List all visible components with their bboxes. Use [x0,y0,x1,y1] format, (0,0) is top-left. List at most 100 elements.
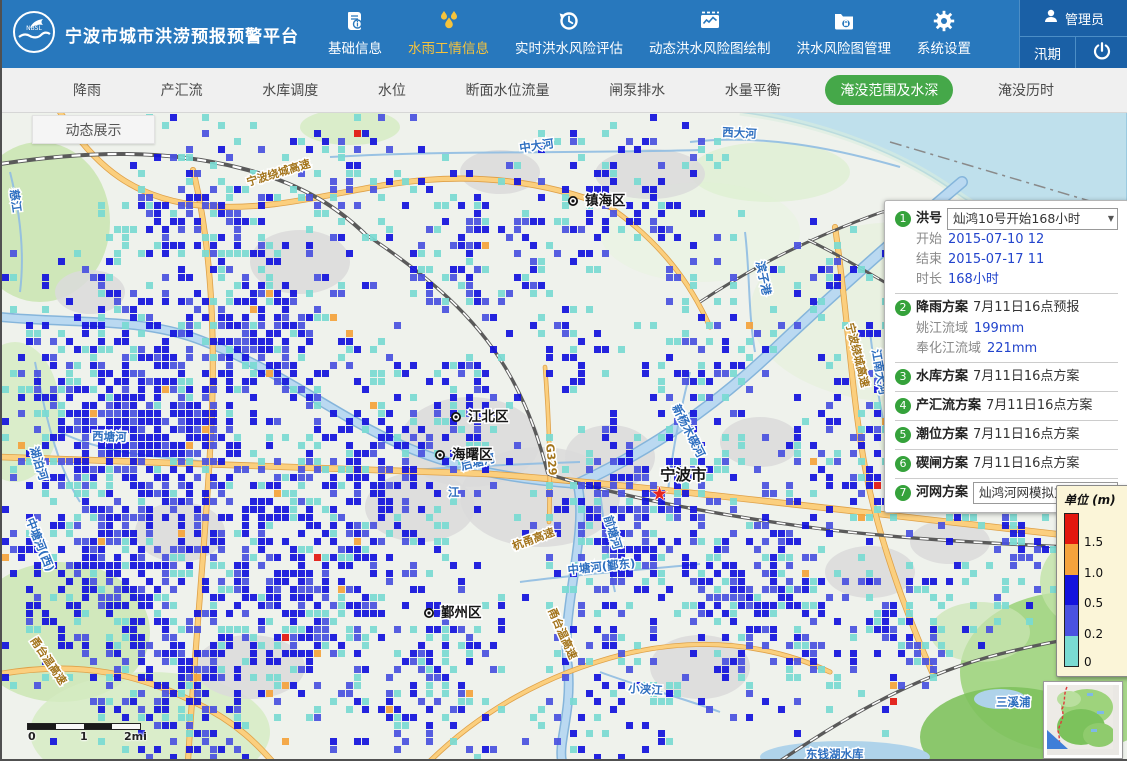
season-toggle[interactable]: 汛期 [1020,37,1076,68]
row-value: 199mm [974,319,1024,339]
section-title: 洪号 [916,208,942,230]
platform-logo: NBSL [12,10,56,58]
depth-legend: 单位 (m) 1.51.00.50.20 [1056,485,1127,677]
section-value: 7月11日16点方案 [973,424,1079,446]
row-value: 2015-07-17 11 [948,250,1044,270]
user-menu[interactable]: 管理员 [1020,0,1127,37]
nav-item-realtime-clock[interactable]: 实时洪水风险评估 [502,7,636,68]
scale-bar: 012mi [28,724,140,744]
step-number-badge: 5 [895,427,911,443]
scale-tick: 1 [80,730,88,743]
city-label: 鄞州区 [441,604,482,621]
tab-7[interactable]: 水量平衡 [710,75,796,105]
legend-segment [1065,544,1078,574]
tab-4[interactable]: 水位 [363,75,421,105]
detail-row: 结束2015-07-17 11 [895,250,1118,270]
row-label: 姚江流域 [916,319,968,339]
river-label: 小浃江 [627,681,664,697]
chevron-down-icon: ▼ [1108,208,1114,230]
city-label: 江北区 [468,408,509,425]
section-title: 水库方案 [916,366,968,388]
window-edge [0,0,2,761]
tab-1[interactable]: 降雨 [58,75,116,105]
legend-tick: 1.5 [1084,535,1103,549]
logout-button[interactable] [1076,37,1127,68]
legend-color-bar [1064,513,1079,667]
nav-item-water-drops[interactable]: 水雨工情信息 [395,7,502,68]
legend-tick: 0 [1084,655,1092,669]
user-icon [1043,8,1059,28]
sub-tab-bar: 降雨产汇流水库调度水位断面水位流量闸泵排水水量平衡淹没范围及水深淹没历时 [0,68,1127,113]
nav-item-label: 系统设置 [917,37,971,57]
legend-segment [1065,605,1078,635]
tab-6[interactable]: 闸泵排水 [594,75,680,105]
row-label: 奉化江流域 [916,339,981,359]
tab-9[interactable]: 淹没历时 [983,75,1069,105]
nav-item-label: 动态洪水风险图绘制 [649,37,771,57]
panel-section-2: 2降雨方案7月11日16点预报姚江流域199mm奉化江流域221mm [895,297,1118,359]
step-number-badge: 3 [895,369,911,385]
legend-tick: 0.2 [1084,627,1103,641]
flood-info-panel: 1洪号灿鸿10号开始168小时▼开始2015-07-10 12结束2015-07… [884,200,1127,513]
tab-3[interactable]: 水库调度 [247,75,333,105]
step-number-badge: 2 [895,300,911,316]
row-value: 2015-07-10 12 [948,230,1044,250]
panel-section-1: 1洪号灿鸿10号开始168小时▼开始2015-07-10 12结束2015-07… [895,208,1118,290]
row-label: 时长 [916,270,942,290]
nav-item-label: 洪水风险图管理 [797,37,892,57]
tab-2[interactable]: 产汇流 [146,75,218,105]
river-label: 西大河 [722,125,758,141]
legend-ticks: 1.51.00.50.20 [1084,513,1116,665]
section-value: 7月11日16点预报 [973,297,1079,319]
section-title: 潮位方案 [916,424,968,446]
separator [895,293,1118,294]
legend-title: 单位 (m) [1064,491,1127,508]
select-value: 灿鸿10号开始168小时 [953,208,1080,230]
city-label: 海曙区 [452,446,493,463]
panel-section-3: 3水库方案7月11日16点方案 [895,366,1118,388]
nav-item-label: 水雨工情信息 [408,37,489,57]
legend-tick: 0.5 [1084,596,1103,610]
section-value: 7月11日16点方案 [973,453,1079,475]
tab-8[interactable]: 淹没范围及水深 [825,75,953,105]
step-number-badge: 7 [895,485,911,501]
tab-5[interactable]: 断面水位流量 [451,75,565,105]
row-label: 开始 [916,230,942,250]
svg-text:NBSL: NBSL [26,25,42,32]
nav-item-folder-lock[interactable]: 洪水风险图管理 [784,7,905,68]
section-value: 7月11日16点方案 [986,395,1092,417]
nav-item-dynamic-chart[interactable]: 动态洪水风险图绘制 [636,7,784,68]
nav-item-info-doc[interactable]: i基础信息 [315,7,395,68]
page-title: 宁波市城市洪涝预报预警平台 [65,22,299,47]
detail-row: 开始 2015-07-10 12 [895,230,1118,250]
step-number-badge: 6 [895,456,911,472]
folder-lock-icon [833,7,855,35]
river-label: 西塘河 [92,429,127,444]
panel-section-6: 6碶闸方案7月11日16点方案 [895,453,1118,475]
nav-item-gear[interactable]: 系统设置 [904,7,984,68]
gear-icon [933,7,955,35]
nav-item-label: 基础信息 [328,37,382,57]
detail-row: 时长 168小时 [895,270,1118,290]
flood-number-select[interactable]: 灿鸿10号开始168小时 ▼ [947,208,1118,230]
map-viewport[interactable]: 中大河西大河滨子港甬江江南大河新杨木碶河后塘河西塘河湖泊河中塘河(西)江前塘河中… [0,112,1127,761]
city-label: 镇海区 [585,192,626,209]
animate-button[interactable]: 动态展示 [32,115,155,144]
legend-segment [1065,636,1078,666]
row-value: 168小时 [948,270,999,290]
detail-row: 奉化江流域221mm [895,339,1118,359]
panel-section-header: 3水库方案7月11日16点方案 [895,366,1118,388]
step-number-badge: 4 [895,398,911,414]
section-title: 河网方案 [916,482,968,504]
city-label: 宁波市 [660,465,707,484]
panel-section-header: 5 潮位方案7月11日16点方案 [895,424,1118,446]
separator [895,449,1118,450]
panel-section-header: 6碶闸方案7月11日16点方案 [895,453,1118,475]
river-label: 三溪浦 [996,695,1031,709]
top-right-block: 管理员 汛期 [1019,0,1127,68]
city-star-marker: ★ [651,483,668,505]
overview-minimap[interactable] [1044,682,1122,758]
detail-row: 姚江流域 199mm [895,319,1118,339]
brand: NBSL 宁波市城市洪涝预报预警平台 [0,0,309,68]
panel-section-header: 1洪号灿鸿10号开始168小时▼ [895,208,1118,230]
